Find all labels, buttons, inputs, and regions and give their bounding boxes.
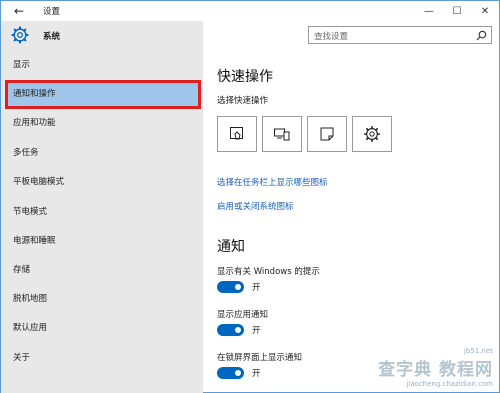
sidebar-item-display[interactable]: 显示 — [1, 51, 203, 80]
connect-icon — [274, 128, 290, 141]
settings-window: ← 设置 — ☐ ✕ 系统 显示 通知和操作 应用和功能 多任务 平板电脑模式 … — [0, 0, 500, 393]
search-icon[interactable] — [476, 30, 487, 41]
gear-icon — [11, 26, 29, 44]
setting-toggle-row-app-notifications: 开 — [217, 323, 261, 337]
sidebar-item-offline-maps[interactable]: 脱机地图 — [1, 285, 203, 314]
watermark-url: jiaocheng.chazidian.com — [406, 380, 493, 388]
windows-tips-state: 开 — [252, 283, 261, 293]
note-icon — [320, 127, 334, 141]
quick-actions-subtitle: 选择快速操作 — [217, 96, 269, 106]
maximize-button[interactable]: ☐ — [443, 1, 471, 21]
sidebar-item-storage[interactable]: 存储 — [1, 256, 203, 285]
sidebar-item-power-sleep[interactable]: 电源和睡眠 — [1, 227, 203, 256]
close-button[interactable]: ✕ — [471, 1, 499, 21]
watermark: jb51.net 查字典 教程网 jiaocheng.chazidian.com — [378, 347, 493, 388]
lock-screen-notifications-toggle[interactable] — [217, 367, 244, 379]
system-icons-link[interactable]: 启用或关闭系统图标 — [217, 200, 294, 212]
watermark-site: jb51.net — [463, 347, 493, 355]
window-controls: — ☐ ✕ — [415, 1, 499, 21]
sidebar-item-apps-features[interactable]: 应用和功能 — [1, 109, 203, 138]
back-button[interactable]: ← — [9, 3, 29, 19]
sidebar-item-notifications-actions[interactable]: 通知和操作 — [5, 80, 201, 109]
sidebar-item-tablet-mode[interactable]: 平板电脑模式 — [1, 168, 203, 197]
search-placeholder: 查找设置 — [314, 32, 349, 42]
sidebar-header-label: 系统 — [43, 32, 61, 42]
window-title: 设置 — [43, 7, 61, 17]
app-notifications-state: 开 — [252, 326, 261, 336]
sidebar-header[interactable]: 系统 — [1, 25, 203, 47]
sidebar-item-default-apps[interactable]: 默认应用 — [1, 314, 203, 343]
quick-actions-row — [217, 116, 392, 152]
title-bar: ← 设置 — ☐ ✕ — [1, 1, 499, 21]
sidebar-item-battery-saver[interactable]: 节电模式 — [1, 198, 203, 227]
quick-action-settings[interactable] — [352, 116, 392, 152]
search-input[interactable]: 查找设置 — [308, 26, 492, 44]
watermark-text: 查字典 教程网 — [378, 360, 493, 380]
setting-label-app-notifications: 显示应用通知 — [217, 310, 269, 320]
quick-action-tablet-mode[interactable] — [217, 116, 257, 152]
taskbar-icons-link[interactable]: 选择在任务栏上显示哪些图标 — [217, 176, 328, 188]
sidebar-item-about[interactable]: 关于 — [1, 344, 203, 373]
app-notifications-toggle[interactable] — [217, 324, 244, 336]
setting-toggle-row-windows-tips: 开 — [217, 280, 261, 294]
quick-actions-title: 快速操作 — [217, 69, 273, 85]
lock-screen-notifications-state: 开 — [252, 369, 261, 379]
settings-icon — [363, 125, 381, 143]
setting-label-windows-tips: 显示有关 Windows 的提示 — [217, 267, 320, 277]
main-content: 快速操作 选择快速操作 选择在任务栏上显示哪些图标 启用或关闭系统图标 通知 显… — [203, 46, 499, 393]
notifications-title: 通知 — [217, 239, 245, 255]
setting-toggle-row-lock-screen-notifications: 开 — [217, 366, 261, 380]
setting-label-lock-screen-notifications: 在锁屏界面上显示通知 — [217, 353, 303, 363]
tablet-mode-icon — [230, 127, 243, 140]
windows-tips-toggle[interactable] — [217, 281, 244, 293]
quick-action-connect[interactable] — [262, 116, 302, 152]
sidebar-item-multitasking[interactable]: 多任务 — [1, 139, 203, 168]
minimize-button[interactable]: — — [415, 1, 443, 21]
sidebar: 系统 显示 通知和操作 应用和功能 多任务 平板电脑模式 节电模式 电源和睡眠 … — [1, 21, 203, 393]
quick-action-note[interactable] — [307, 116, 347, 152]
